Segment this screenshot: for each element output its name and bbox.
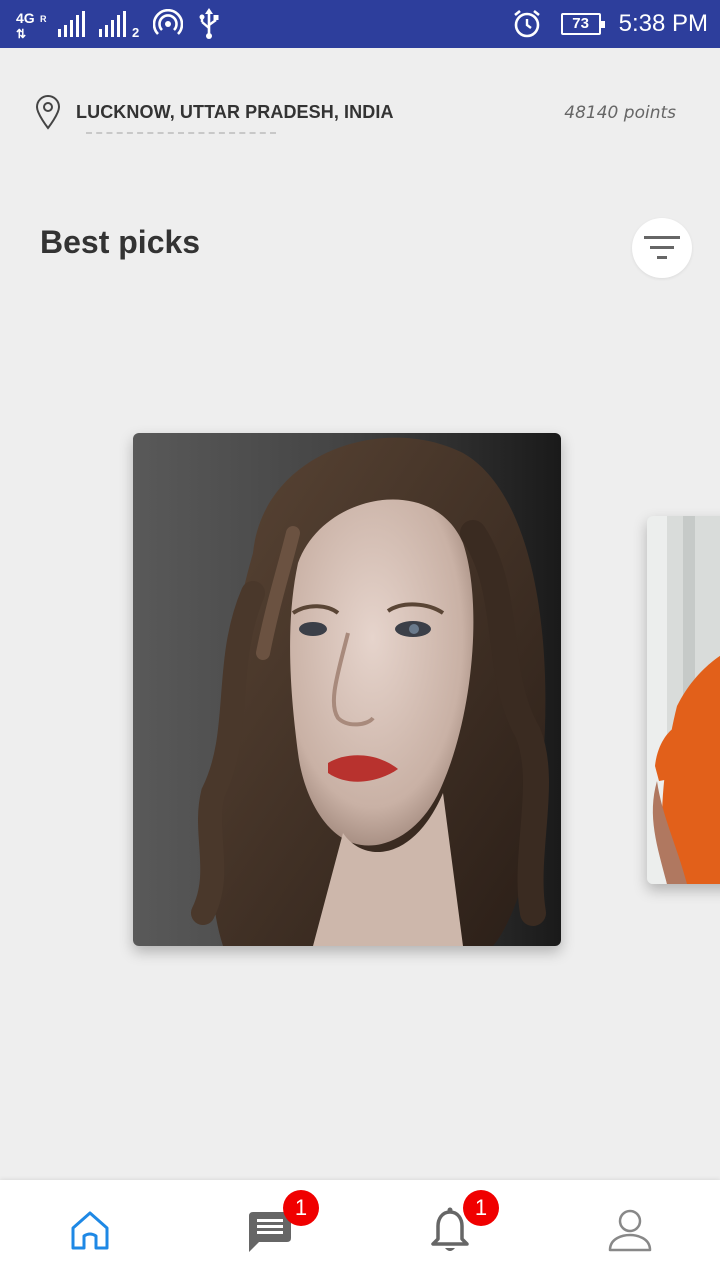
profile-photo xyxy=(133,433,561,946)
battery-icon: 73 xyxy=(560,13,605,35)
points-balance: 48140 points xyxy=(564,103,676,123)
hotspot-icon xyxy=(153,9,184,35)
battery-level: 73 xyxy=(572,15,589,32)
location-pin-icon xyxy=(35,95,61,130)
signal-sim2-icon xyxy=(99,11,126,37)
status-bar: 4G R ⇅ 2 73 5:38 PM xyxy=(0,0,720,48)
data-activity-icon: ⇅ xyxy=(16,27,27,41)
notifications-badge: 1 xyxy=(463,1190,499,1226)
alarm-icon xyxy=(513,9,540,38)
nav-home[interactable] xyxy=(65,1206,115,1256)
network-type: 4G xyxy=(16,10,35,26)
nav-profile[interactable] xyxy=(605,1206,655,1256)
bottom-navigation: 1 1 xyxy=(0,1180,720,1280)
person-icon xyxy=(608,1209,652,1252)
location-label: LUCKNOW, UTTAR PRADESH, INDIA xyxy=(76,101,394,122)
profile-photo-next xyxy=(647,516,720,884)
page-title: Best picks xyxy=(40,224,201,260)
sim2-label: 2 xyxy=(132,25,140,40)
location-underline xyxy=(86,132,276,134)
network-indicator: 4G R ⇅ xyxy=(16,9,47,41)
messages-badge: 1 xyxy=(283,1190,319,1226)
usb-icon xyxy=(199,8,219,39)
status-bar-right: 73 5:38 PM xyxy=(511,6,708,42)
status-bar-left: 4G R ⇅ 2 xyxy=(16,6,221,42)
profile-card[interactable] xyxy=(133,433,561,946)
location-selector[interactable]: LUCKNOW, UTTAR PRADESH, INDIA xyxy=(34,94,394,130)
signal-icon xyxy=(58,11,85,37)
home-icon xyxy=(71,1211,109,1250)
nav-notifications[interactable]: 1 xyxy=(425,1190,499,1256)
roaming-indicator: R xyxy=(40,14,47,24)
nav-messages[interactable]: 1 xyxy=(245,1190,319,1256)
status-time: 5:38 PM xyxy=(618,10,708,37)
filter-button[interactable] xyxy=(632,218,692,278)
profile-card-next[interactable] xyxy=(647,516,720,884)
